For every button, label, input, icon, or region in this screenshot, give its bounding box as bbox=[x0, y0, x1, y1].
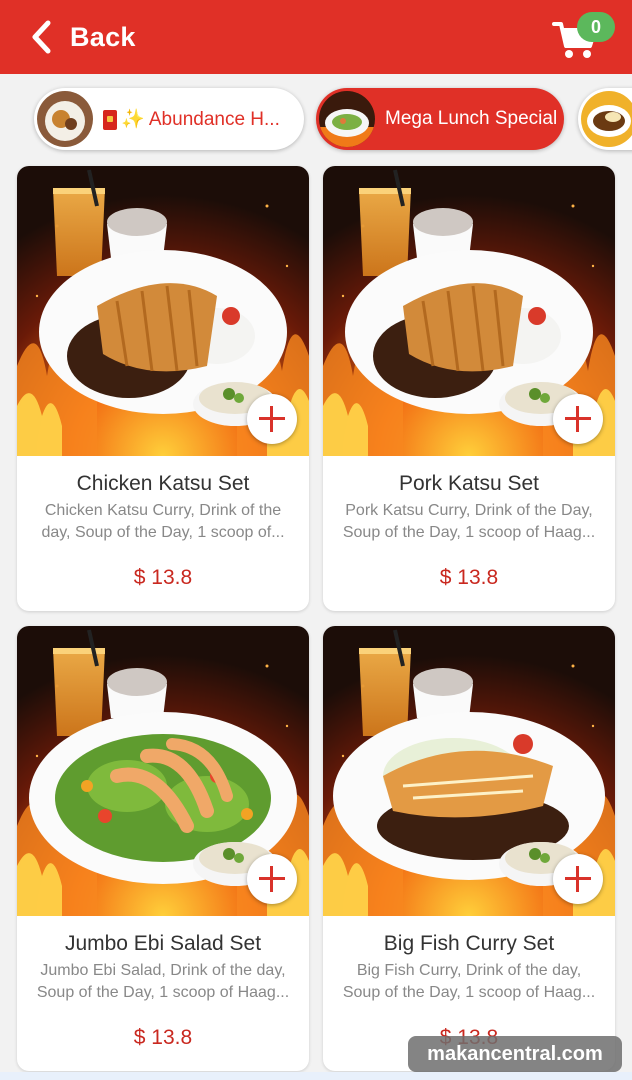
category-thumbnail bbox=[319, 91, 375, 147]
menu-item-card[interactable]: Big Fish Curry Set Big Fish Curry, Drink… bbox=[323, 626, 615, 1071]
menu-item-card[interactable]: Pork Katsu Set Pork Katsu Curry, Drink o… bbox=[323, 166, 615, 611]
category-thumbnail bbox=[581, 91, 632, 147]
category-label: ✨ Abundance H... bbox=[121, 109, 280, 130]
back-label: Back bbox=[70, 21, 136, 52]
app-header: Back 0 bbox=[0, 0, 632, 74]
cart-button[interactable]: 0 bbox=[552, 12, 616, 60]
menu-item-description: Chicken Katsu Curry, Drink of the day, S… bbox=[41, 502, 285, 541]
category-tabs: ✨ Abundance H... Mega Lunch Special bbox=[0, 74, 632, 164]
category-thumbnail bbox=[37, 91, 93, 147]
add-to-cart-plus-icon[interactable] bbox=[553, 854, 603, 904]
menu-item-description: Big Fish Curry, Drink of the day, Soup o… bbox=[342, 962, 596, 1001]
back-chevron-icon bbox=[32, 20, 51, 54]
add-to-cart-plus-icon[interactable] bbox=[247, 394, 297, 444]
category-tab-next[interactable] bbox=[578, 88, 632, 150]
menu-item-description: Pork Katsu Curry, Drink of the Day, Soup… bbox=[342, 502, 596, 541]
menu-item-price: $ 13.8 bbox=[439, 566, 499, 589]
category-tab-abundance[interactable]: ✨ Abundance H... bbox=[34, 88, 304, 150]
menu-item-card[interactable]: Jumbo Ebi Salad Set Jumbo Ebi Salad, Dri… bbox=[17, 626, 309, 1071]
menu-item-price: $ 13.8 bbox=[133, 1026, 193, 1049]
bottom-strip bbox=[0, 1072, 632, 1080]
menu-item-price: $ 13.8 bbox=[133, 566, 193, 589]
menu-item-name: Pork Katsu Set bbox=[398, 472, 540, 495]
cart-count-badge: 0 bbox=[577, 12, 615, 42]
add-to-cart-plus-icon[interactable] bbox=[247, 854, 297, 904]
red-envelope-icon bbox=[103, 109, 117, 130]
category-label: Mega Lunch Special bbox=[385, 108, 558, 129]
menu-item-card[interactable]: Chicken Katsu Set Chicken Katsu Curry, D… bbox=[17, 166, 309, 611]
category-tab-mega-lunch-special[interactable]: Mega Lunch Special bbox=[316, 88, 564, 150]
watermark: makancentral.com bbox=[408, 1036, 622, 1072]
menu-item-description: Jumbo Ebi Salad, Drink of the day, Soup … bbox=[36, 962, 290, 1001]
menu-item-name: Big Fish Curry Set bbox=[383, 932, 555, 955]
back-button[interactable]: Back bbox=[30, 18, 136, 56]
menu-item-name: Chicken Katsu Set bbox=[76, 472, 250, 495]
menu-item-name: Jumbo Ebi Salad Set bbox=[64, 932, 262, 955]
add-to-cart-plus-icon[interactable] bbox=[553, 394, 603, 444]
